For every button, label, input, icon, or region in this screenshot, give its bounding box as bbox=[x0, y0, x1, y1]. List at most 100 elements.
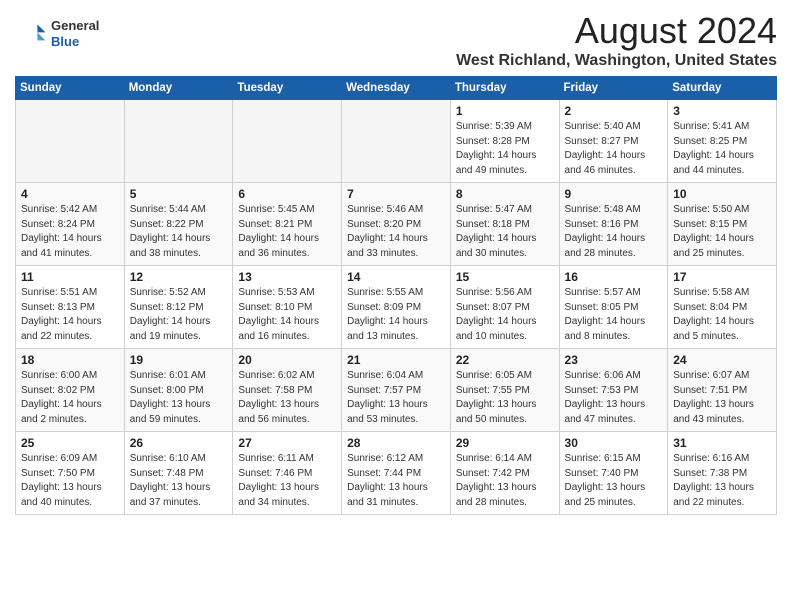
month-title: August 2024 bbox=[456, 10, 777, 52]
calendar-day-cell: 9 Sunrise: 5:48 AM Sunset: 8:16 PM Daylig… bbox=[559, 183, 668, 266]
calendar-day-cell: 17 Sunrise: 5:58 AM Sunset: 8:04 PM Dayli… bbox=[668, 266, 777, 349]
calendar-day-cell: 23Sunrise: 6:06 AM Sunset: 7:53 PM Dayli… bbox=[559, 349, 668, 432]
day-number: 29 bbox=[456, 436, 554, 450]
day-info: Sunrise: 5:51 AM Sunset: 8:13 PM Dayligh… bbox=[21, 286, 119, 344]
day-number: 9 bbox=[565, 187, 663, 201]
day-info: Sunrise: 5:45 AM Sunset: 8:21 PM Dayligh… bbox=[238, 203, 336, 261]
day-info: Sunrise: 5:57 AM Sunset: 8:05 PM Dayligh… bbox=[565, 286, 663, 344]
day-number: 15 bbox=[456, 270, 554, 284]
calendar-day-cell: 4Sunrise: 5:42 AM Sunset: 8:24 PM Daylig… bbox=[16, 183, 125, 266]
day-info: Sunrise: 5:42 AM Sunset: 8:24 PM Dayligh… bbox=[21, 203, 119, 261]
day-info: Sunrise: 6:02 AM Sunset: 7:58 PM Dayligh… bbox=[238, 369, 336, 427]
day-info: Sunrise: 6:16 AM Sunset: 7:38 PM Dayligh… bbox=[673, 452, 771, 510]
day-number: 3 bbox=[673, 104, 771, 118]
calendar-day-cell: 16Sunrise: 5:57 AM Sunset: 8:05 PM Dayli… bbox=[559, 266, 668, 349]
weekday-header-monday: Monday bbox=[124, 77, 233, 100]
calendar-day-cell: 10 Sunrise: 5:50 AM Sunset: 8:15 PM Dayli… bbox=[668, 183, 777, 266]
calendar-day-cell: 22 Sunrise: 6:05 AM Sunset: 7:55 PM Dayli… bbox=[450, 349, 559, 432]
calendar-day-cell: 12 Sunrise: 5:52 AM Sunset: 8:12 PM Dayli… bbox=[124, 266, 233, 349]
day-info: Sunrise: 5:58 AM Sunset: 8:04 PM Dayligh… bbox=[673, 286, 771, 344]
day-number: 21 bbox=[347, 353, 445, 367]
calendar-week-row: 11 Sunrise: 5:51 AM Sunset: 8:13 PM Dayli… bbox=[16, 266, 777, 349]
weekday-header-wednesday: Wednesday bbox=[342, 77, 451, 100]
calendar-day-cell: 11 Sunrise: 5:51 AM Sunset: 8:13 PM Dayli… bbox=[16, 266, 125, 349]
calendar-day-cell: 13Sunrise: 5:53 AM Sunset: 8:10 PM Dayli… bbox=[233, 266, 342, 349]
calendar-week-row: 1Sunrise: 5:39 AM Sunset: 8:28 PM Daylig… bbox=[16, 100, 777, 183]
calendar-day-cell: 30 Sunrise: 6:15 AM Sunset: 7:40 PM Dayli… bbox=[559, 432, 668, 515]
day-number: 30 bbox=[565, 436, 663, 450]
day-number: 1 bbox=[456, 104, 554, 118]
calendar-day-cell bbox=[342, 100, 451, 183]
day-number: 25 bbox=[21, 436, 119, 450]
calendar-day-cell: 1Sunrise: 5:39 AM Sunset: 8:28 PM Daylig… bbox=[450, 100, 559, 183]
calendar-day-cell: 8 Sunrise: 5:47 AM Sunset: 8:18 PM Daylig… bbox=[450, 183, 559, 266]
day-info: Sunrise: 6:10 AM Sunset: 7:48 PM Dayligh… bbox=[130, 452, 228, 510]
weekday-header-tuesday: Tuesday bbox=[233, 77, 342, 100]
calendar-day-cell: 29Sunrise: 6:14 AM Sunset: 7:42 PM Dayli… bbox=[450, 432, 559, 515]
day-info: Sunrise: 5:48 AM Sunset: 8:16 PM Dayligh… bbox=[565, 203, 663, 261]
logo-icon bbox=[15, 18, 47, 50]
calendar-header: SundayMondayTuesdayWednesdayThursdayFrid… bbox=[16, 77, 777, 100]
calendar-day-cell bbox=[233, 100, 342, 183]
day-number: 6 bbox=[238, 187, 336, 201]
day-number: 12 bbox=[130, 270, 228, 284]
day-info: Sunrise: 5:50 AM Sunset: 8:15 PM Dayligh… bbox=[673, 203, 771, 261]
calendar-day-cell: 6 Sunrise: 5:45 AM Sunset: 8:21 PM Daylig… bbox=[233, 183, 342, 266]
weekday-header-sunday: Sunday bbox=[16, 77, 125, 100]
day-info: Sunrise: 5:47 AM Sunset: 8:18 PM Dayligh… bbox=[456, 203, 554, 261]
calendar-body: 1Sunrise: 5:39 AM Sunset: 8:28 PM Daylig… bbox=[16, 100, 777, 515]
calendar-day-cell: 14 Sunrise: 5:55 AM Sunset: 8:09 PM Dayli… bbox=[342, 266, 451, 349]
calendar-day-cell: 2Sunrise: 5:40 AM Sunset: 8:27 PM Daylig… bbox=[559, 100, 668, 183]
calendar-day-cell: 25Sunrise: 6:09 AM Sunset: 7:50 PM Dayli… bbox=[16, 432, 125, 515]
weekday-header-saturday: Saturday bbox=[668, 77, 777, 100]
logo: General Blue bbox=[15, 18, 99, 50]
day-number: 17 bbox=[673, 270, 771, 284]
day-number: 26 bbox=[130, 436, 228, 450]
calendar-day-cell bbox=[16, 100, 125, 183]
day-number: 19 bbox=[130, 353, 228, 367]
day-number: 23 bbox=[565, 353, 663, 367]
day-info: Sunrise: 5:53 AM Sunset: 8:10 PM Dayligh… bbox=[238, 286, 336, 344]
day-info: Sunrise: 6:15 AM Sunset: 7:40 PM Dayligh… bbox=[565, 452, 663, 510]
day-info: Sunrise: 5:56 AM Sunset: 8:07 PM Dayligh… bbox=[456, 286, 554, 344]
calendar-day-cell: 18 Sunrise: 6:00 AM Sunset: 8:02 PM Dayli… bbox=[16, 349, 125, 432]
day-info: Sunrise: 6:12 AM Sunset: 7:44 PM Dayligh… bbox=[347, 452, 445, 510]
day-info: Sunrise: 5:55 AM Sunset: 8:09 PM Dayligh… bbox=[347, 286, 445, 344]
calendar-day-cell: 26 Sunrise: 6:10 AM Sunset: 7:48 PM Dayli… bbox=[124, 432, 233, 515]
weekday-header-thursday: Thursday bbox=[450, 77, 559, 100]
day-info: Sunrise: 6:01 AM Sunset: 8:00 PM Dayligh… bbox=[130, 369, 228, 427]
day-info: Sunrise: 6:11 AM Sunset: 7:46 PM Dayligh… bbox=[238, 452, 336, 510]
day-info: Sunrise: 5:52 AM Sunset: 8:12 PM Dayligh… bbox=[130, 286, 228, 344]
location-title: West Richland, Washington, United States bbox=[456, 52, 777, 70]
calendar-day-cell: 21 Sunrise: 6:04 AM Sunset: 7:57 PM Dayli… bbox=[342, 349, 451, 432]
calendar-day-cell: 20 Sunrise: 6:02 AM Sunset: 7:58 PM Dayli… bbox=[233, 349, 342, 432]
day-number: 22 bbox=[456, 353, 554, 367]
day-number: 2 bbox=[565, 104, 663, 118]
day-number: 5 bbox=[130, 187, 228, 201]
day-number: 14 bbox=[347, 270, 445, 284]
day-number: 18 bbox=[21, 353, 119, 367]
day-number: 11 bbox=[21, 270, 119, 284]
day-info: Sunrise: 6:04 AM Sunset: 7:57 PM Dayligh… bbox=[347, 369, 445, 427]
calendar-day-cell: 5 Sunrise: 5:44 AM Sunset: 8:22 PM Daylig… bbox=[124, 183, 233, 266]
day-number: 20 bbox=[238, 353, 336, 367]
day-info: Sunrise: 5:44 AM Sunset: 8:22 PM Dayligh… bbox=[130, 203, 228, 261]
weekday-header-row: SundayMondayTuesdayWednesdayThursdayFrid… bbox=[16, 77, 777, 100]
calendar-day-cell: 28 Sunrise: 6:12 AM Sunset: 7:44 PM Dayli… bbox=[342, 432, 451, 515]
calendar-day-cell bbox=[124, 100, 233, 183]
day-info: Sunrise: 6:00 AM Sunset: 8:02 PM Dayligh… bbox=[21, 369, 119, 427]
day-number: 24 bbox=[673, 353, 771, 367]
day-number: 28 bbox=[347, 436, 445, 450]
day-info: Sunrise: 5:41 AM Sunset: 8:25 PM Dayligh… bbox=[673, 120, 771, 178]
weekday-header-friday: Friday bbox=[559, 77, 668, 100]
calendar-week-row: 4Sunrise: 5:42 AM Sunset: 8:24 PM Daylig… bbox=[16, 183, 777, 266]
calendar-day-cell: 3 Sunrise: 5:41 AM Sunset: 8:25 PM Daylig… bbox=[668, 100, 777, 183]
calendar-day-cell: 24Sunrise: 6:07 AM Sunset: 7:51 PM Dayli… bbox=[668, 349, 777, 432]
day-number: 10 bbox=[673, 187, 771, 201]
day-info: Sunrise: 6:05 AM Sunset: 7:55 PM Dayligh… bbox=[456, 369, 554, 427]
logo-text: General Blue bbox=[51, 18, 99, 49]
calendar-day-cell: 15 Sunrise: 5:56 AM Sunset: 8:07 PM Dayli… bbox=[450, 266, 559, 349]
page-header: General Blue August 2024 West Richland, … bbox=[15, 10, 777, 70]
day-number: 8 bbox=[456, 187, 554, 201]
day-number: 27 bbox=[238, 436, 336, 450]
